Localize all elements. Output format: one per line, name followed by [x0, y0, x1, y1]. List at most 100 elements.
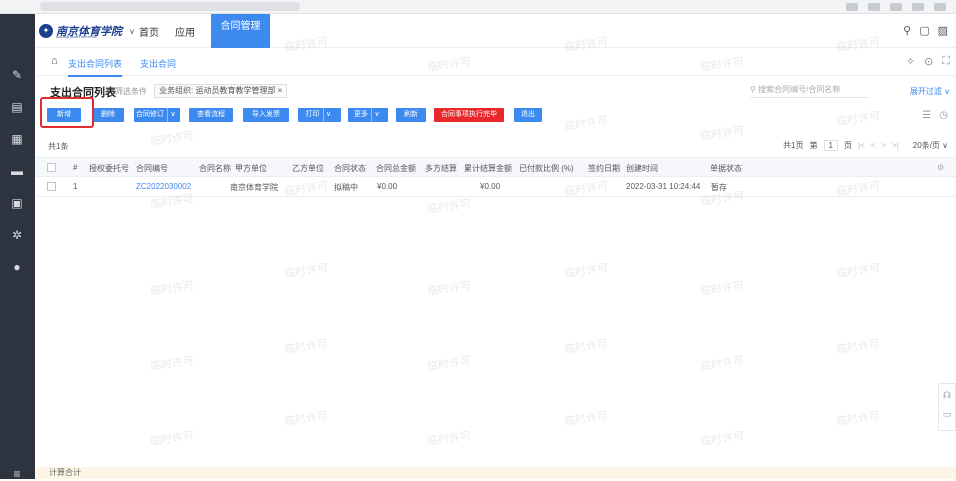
chevron-down-icon[interactable]: ∨ [129, 27, 135, 36]
help-circle-icon[interactable]: ⊙ [924, 55, 933, 68]
print-button[interactable]: 打印 ∨ [298, 108, 341, 122]
contract-number-link[interactable]: ZC2022030002 [136, 182, 191, 191]
tab-bar: ⌂ 支出合同列表 支出合同 ✧ ⊙ ⛶ [35, 52, 956, 77]
chevron-down-icon[interactable]: ∨ [167, 108, 178, 122]
delete-button[interactable]: 删除 [92, 108, 124, 122]
monitor-icon[interactable]: ▬ [10, 164, 24, 178]
column-header: 累计结算金额 [464, 164, 512, 173]
column-header: 签约日期 [588, 164, 620, 173]
fullscreen-icon[interactable]: ⛶ [942, 55, 950, 68]
import-invoice-button[interactable]: 导入发票 [243, 108, 289, 122]
watermark: 临时许可 [835, 109, 881, 128]
contract-total: ¥0.00 [377, 182, 398, 191]
total-pages: 共1页 [783, 141, 804, 150]
column-header: 已付款比例 (%) [519, 164, 574, 173]
execution-complete-button[interactable]: 合同事项执行完毕 [434, 108, 504, 122]
edit-icon[interactable]: ✎ [10, 68, 24, 82]
view-toggles: ☰ ◷ [922, 110, 948, 121]
calculator-icon[interactable]: ▣ [10, 196, 24, 210]
watermark: 临时许可 [699, 429, 745, 448]
prev-page-icon[interactable]: < [871, 141, 876, 150]
contract-status: 拟稿中 [334, 183, 358, 192]
highlight-box [40, 97, 94, 128]
menu-item-home[interactable]: 首页 [139, 24, 159, 39]
watermark: 临时许可 [835, 409, 881, 428]
column-header: 合同名称 [199, 164, 231, 173]
logo: ✦ 南京体育学院 NANJING SPORT INSTITUTE ∨ [39, 23, 135, 39]
record-count: 共1条 [48, 142, 69, 151]
watermark: 临时许可 [283, 261, 329, 280]
totals-bar: 计算合计 [35, 467, 956, 479]
column-header: 乙方单位 [292, 164, 324, 173]
avatar[interactable]: ▨ [938, 24, 948, 37]
party-a: 南京体育学院 [230, 183, 278, 192]
list-view-icon[interactable]: ☰ [922, 110, 931, 121]
document-icon[interactable]: ▤ [10, 100, 24, 114]
watermark: 临时许可 [563, 409, 609, 428]
column-header: 创建时间 [626, 164, 658, 173]
search-placeholder: 搜索合同编号/合同名称 [758, 85, 841, 94]
watermark: 临时许可 [426, 279, 472, 298]
watermark: 临时许可 [563, 114, 609, 133]
watermark: 临时许可 [699, 279, 745, 298]
message-icon[interactable]: ▢ [919, 24, 929, 37]
search-icon[interactable]: ⚲ [903, 24, 911, 37]
tab-expense-contract-list[interactable]: 支出合同列表 [68, 57, 123, 77]
view-flow-button[interactable]: 查看流程 [189, 108, 233, 122]
select-all-checkbox[interactable] [47, 163, 56, 172]
filter-label: 筛选条件 [115, 87, 147, 96]
first-page-icon[interactable]: |< [858, 141, 865, 150]
form-icon[interactable]: ▦ [10, 132, 24, 146]
pagination: 共1页 第 1 页 |< < > >| 20条/页 ∨ [783, 140, 948, 151]
top-navigation: ✦ 南京体育学院 NANJING SPORT INSTITUTE ∨ 首页 应用… [35, 14, 956, 48]
table-header: # 授权委托号 合同编号 合同名称 甲方单位 乙方单位 合同状态 合同总金额 多… [35, 157, 956, 177]
row-checkbox[interactable] [47, 182, 56, 191]
settings-icon[interactable]: ✧ [906, 55, 915, 68]
chevron-down-icon[interactable]: ∨ [371, 108, 382, 122]
support-icon[interactable]: ☊ [939, 390, 955, 401]
expand-filter-link[interactable]: 展开过滤 ∨ [910, 86, 950, 97]
column-header: 合同状态 [334, 164, 366, 173]
search-icon: ⚲ [750, 85, 759, 94]
watermark: 临时许可 [283, 409, 329, 428]
column-header: 授权委托号 [89, 164, 129, 173]
header-actions: ⚲ ▢ ▨ [903, 24, 948, 37]
page-suffix: 页 [843, 141, 852, 150]
page-size-select[interactable]: 20条/页 ∨ [913, 140, 948, 151]
last-page-icon[interactable]: >| [892, 141, 899, 150]
menu-item-apps[interactable]: 应用 [175, 24, 195, 39]
more-button[interactable]: 更多 ∨ [348, 108, 388, 122]
next-page-icon[interactable]: > [881, 141, 886, 150]
gear-icon[interactable]: ✲ [10, 228, 24, 242]
created-time: 2022-03-31 10:24:44 [626, 182, 701, 191]
help-icon[interactable]: ● [10, 260, 24, 274]
page-prefix: 第 [809, 141, 818, 150]
tab-expense-contract[interactable]: 支出合同 [140, 57, 176, 70]
main-menu: 首页 应用 [139, 24, 195, 39]
revise-button[interactable]: 合同修订 ∨ [134, 108, 180, 122]
feedback-icon[interactable]: ▭ [939, 409, 955, 420]
watermark: 临时许可 [426, 429, 472, 448]
watermark: 临时许可 [699, 354, 745, 373]
page-input[interactable]: 1 [823, 140, 838, 151]
column-header: # [73, 163, 78, 172]
history-icon[interactable]: ◷ [939, 110, 948, 121]
floating-tools: ☊ ▭ [938, 383, 956, 431]
filter-chip[interactable]: 业务组织: 运动员教育教学管理部 × [154, 84, 288, 98]
watermark: 临时许可 [426, 354, 472, 373]
menu-item-contract-management[interactable]: 合同管理 [211, 14, 270, 48]
refresh-button[interactable]: 刷新 [396, 108, 426, 122]
watermark: 临时许可 [835, 337, 881, 356]
title-row: 支出合同列表 筛选条件 业务组织: 运动员教育教学管理部 × ⚲ 搜索合同编号/… [50, 84, 950, 100]
watermark: 临时许可 [149, 279, 195, 298]
exit-button[interactable]: 退出 [514, 108, 542, 122]
search-input[interactable]: ⚲ 搜索合同编号/合同名称 [750, 84, 870, 98]
home-icon[interactable]: ⌂ [51, 55, 58, 67]
chevron-down-icon[interactable]: ∨ [322, 108, 334, 122]
column-settings-icon[interactable]: ⚙ [937, 163, 944, 172]
watermark: 临时许可 [149, 354, 195, 373]
logo-subtext: NANJING SPORT INSTITUTE [56, 35, 97, 39]
watermark: 临时许可 [149, 429, 195, 448]
address-bar[interactable] [40, 2, 300, 11]
watermark: 临时许可 [835, 261, 881, 280]
